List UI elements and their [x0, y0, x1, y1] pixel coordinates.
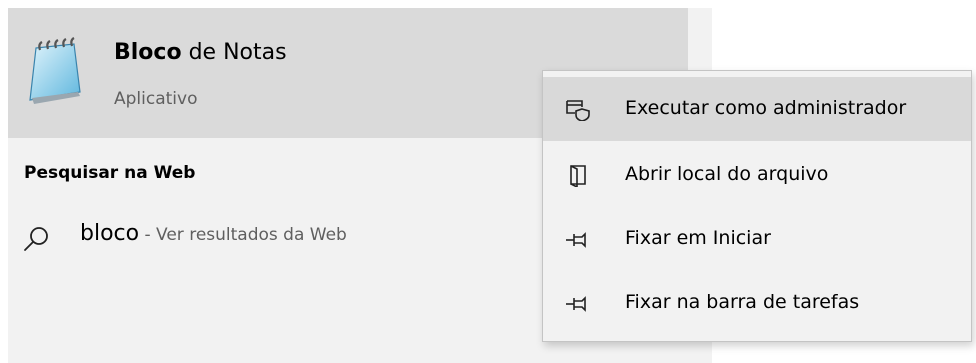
web-search-result[interactable]: bloco - Ver resultados da Web	[8, 220, 538, 268]
menu-item-label: Executar como administrador	[625, 97, 907, 119]
pin-icon	[566, 232, 586, 248]
app-subtitle: Aplicativo	[114, 89, 198, 109]
menu-item-label: Fixar em Iniciar	[625, 227, 771, 249]
web-query-suffix: - Ver resultados da Web	[139, 225, 347, 245]
run-as-admin-icon	[566, 100, 590, 121]
menu-item-open-file-location[interactable]: Abrir local do arquivo	[543, 143, 971, 207]
open-file-location-icon	[570, 165, 586, 187]
pin-icon	[566, 296, 586, 312]
web-section-heading: Pesquisar na Web	[24, 163, 196, 183]
app-title: Bloco de Notas	[114, 40, 287, 65]
context-menu: Executar como administrador Abrir local …	[542, 70, 972, 342]
menu-item-run-as-admin[interactable]: Executar como administrador	[543, 77, 971, 141]
menu-item-label: Abrir local do arquivo	[625, 163, 829, 185]
menu-item-pin-to-start[interactable]: Fixar em Iniciar	[543, 207, 971, 271]
web-query-text: bloco - Ver resultados da Web	[80, 221, 347, 246]
menu-item-pin-to-taskbar[interactable]: Fixar na barra de tarefas	[543, 271, 971, 335]
search-icon	[24, 227, 48, 251]
menu-item-label: Fixar na barra de tarefas	[625, 291, 860, 313]
notepad-icon	[29, 37, 81, 104]
